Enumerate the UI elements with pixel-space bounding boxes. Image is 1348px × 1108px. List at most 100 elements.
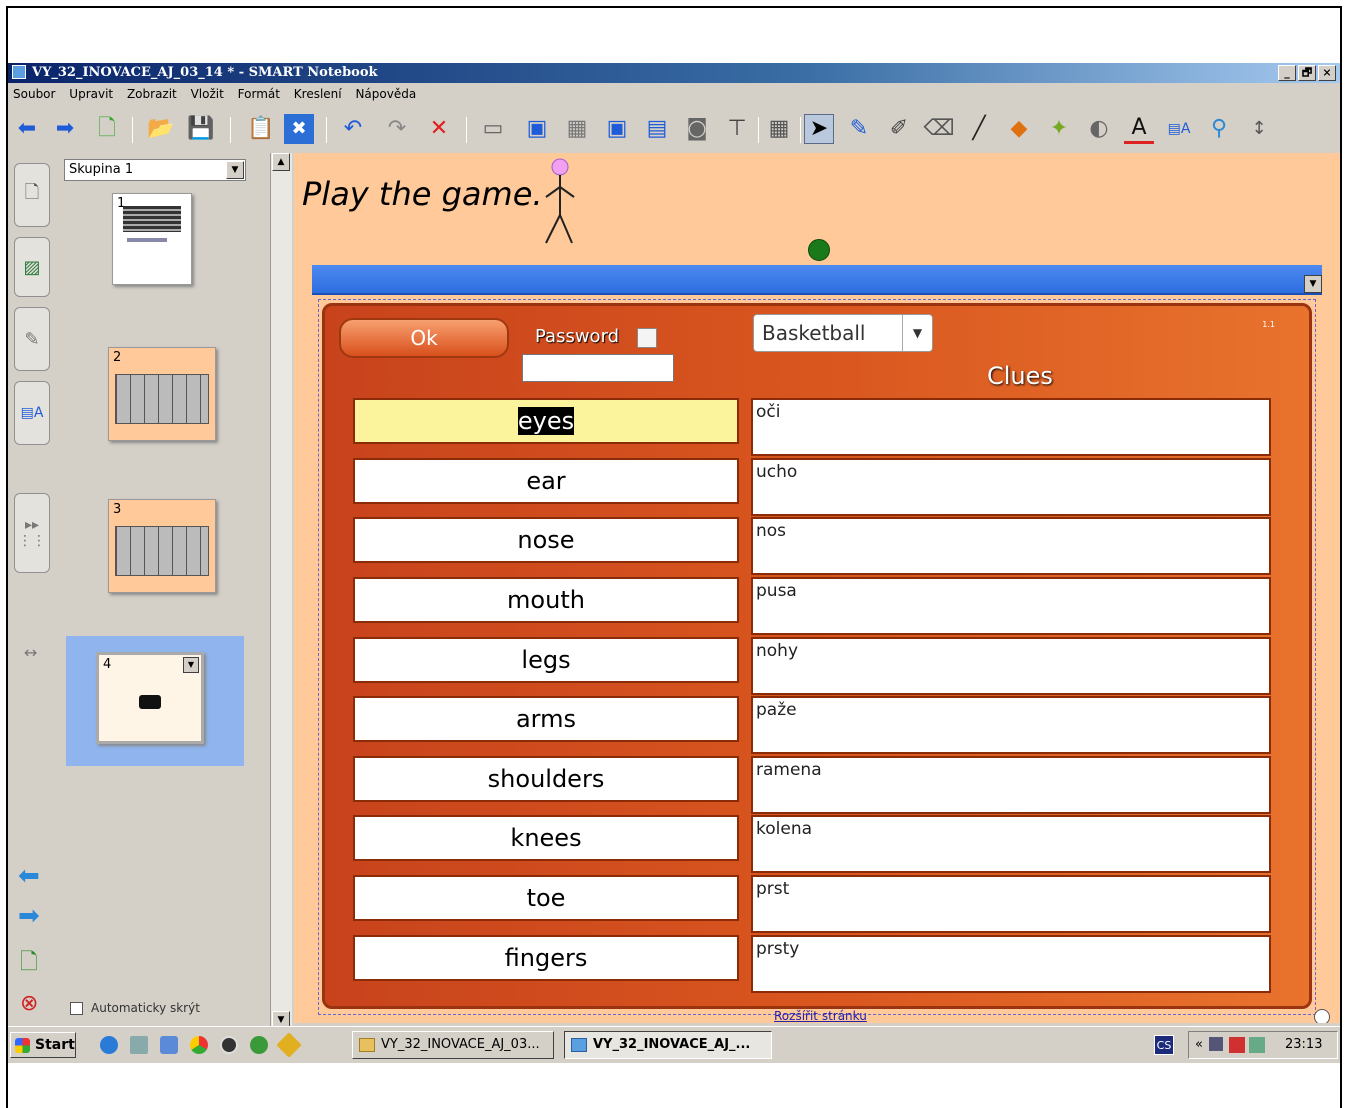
word-cell[interactable]: shoulders — [353, 756, 739, 802]
start-button[interactable]: Start — [10, 1032, 76, 1058]
object-menu-chevron-icon[interactable]: ▼ — [1304, 275, 1322, 293]
page-thumbnail-4[interactable]: 4 ▼ — [96, 652, 204, 744]
security-icon[interactable] — [1229, 1037, 1245, 1053]
media-player-icon[interactable] — [220, 1036, 238, 1054]
word-cell[interactable]: fingers — [353, 935, 739, 981]
open-folder-icon[interactable]: 📂 — [146, 114, 176, 144]
properties-icon[interactable]: ▤A — [1164, 114, 1194, 144]
undo-icon[interactable]: ↶ — [338, 114, 368, 144]
capture-icon[interactable]: ◙ — [682, 114, 712, 144]
resize-arrows-icon[interactable]: ↔ — [24, 643, 37, 662]
rotate-handle[interactable] — [808, 239, 830, 261]
clue-cell[interactable]: oči — [751, 398, 1271, 456]
close-button[interactable]: × — [1318, 65, 1336, 81]
ok-button[interactable]: Ok — [339, 318, 509, 358]
word-cell[interactable]: ear — [353, 458, 739, 504]
delete-icon[interactable]: ✕ — [424, 114, 454, 144]
sorter-scrollbar[interactable]: ▲ ▼ — [270, 153, 292, 1029]
word-cell[interactable]: mouth — [353, 577, 739, 623]
scroll-up-icon[interactable]: ▲ — [272, 153, 290, 171]
fill-icon[interactable]: ◐ — [1084, 114, 1114, 144]
language-indicator[interactable]: CS — [1154, 1035, 1174, 1055]
forward-arrow-icon[interactable]: ➡ — [18, 901, 40, 931]
maximize-button[interactable]: 🗗 — [1298, 65, 1316, 81]
projector-icon[interactable]: ▤ — [642, 114, 672, 144]
next-page-icon[interactable]: ➡ — [50, 114, 80, 144]
clue-cell[interactable]: pusa — [751, 577, 1271, 635]
redo-icon[interactable]: ↷ — [382, 114, 412, 144]
plugin-icon[interactable] — [250, 1036, 268, 1054]
menu-format[interactable]: Formát — [233, 83, 285, 105]
clue-cell[interactable]: kolena — [751, 815, 1271, 873]
theme-select[interactable]: Basketball ▼ — [753, 314, 933, 352]
gallery-tab[interactable]: ▨ — [14, 237, 50, 297]
word-cell[interactable]: eyes — [353, 398, 739, 444]
title-bar[interactable]: VY_32_INOVACE_AJ_03_14 * - SMART Noteboo… — [8, 63, 1340, 83]
creative-pen-icon[interactable]: ✐ — [884, 114, 914, 144]
addons-tab[interactable]: ▸▸ ⋮⋮ — [14, 493, 50, 573]
previous-page-icon[interactable]: ⬅ — [12, 114, 42, 144]
select-pointer-icon[interactable]: ➤ — [804, 114, 834, 144]
page-thumbnail-1[interactable]: 1 — [112, 193, 192, 285]
tray-expand-chevron[interactable]: « — [1195, 1032, 1203, 1058]
measurement-tools-icon[interactable]: ⚲ — [1204, 114, 1234, 144]
word-cell[interactable]: arms — [353, 696, 739, 742]
eraser-icon[interactable]: ⌫ — [923, 114, 954, 144]
fullscreen-icon[interactable]: ✖ — [284, 114, 314, 144]
clue-cell[interactable]: nohy — [751, 637, 1271, 695]
paste-icon[interactable]: 📋 — [246, 114, 276, 144]
display-icon[interactable]: ▣ — [602, 114, 632, 144]
chevron-down-icon[interactable]: ▼ — [226, 161, 244, 179]
add-page-icon[interactable]: 🗋 — [92, 114, 122, 144]
clue-cell[interactable]: prst — [751, 875, 1271, 933]
clue-cell[interactable]: prsty — [751, 935, 1271, 993]
clue-cell[interactable]: nos — [751, 517, 1271, 575]
notepad-icon[interactable] — [130, 1036, 148, 1054]
shapes-icon[interactable]: ◆ — [1004, 114, 1034, 144]
menu-file[interactable]: Soubor — [8, 83, 60, 105]
menu-draw[interactable]: Kreslení — [289, 83, 347, 105]
shortcut-icon[interactable] — [276, 1032, 302, 1058]
text-icon[interactable]: A — [1124, 114, 1154, 144]
word-cell[interactable]: knees — [353, 815, 739, 861]
group-select[interactable]: Skupina 1 ▼ — [64, 159, 246, 181]
password-checkbox[interactable] — [637, 328, 657, 348]
clue-cell[interactable]: ramena — [751, 756, 1271, 814]
network-icon[interactable] — [1249, 1037, 1265, 1053]
password-input[interactable] — [522, 354, 674, 382]
menu-help[interactable]: Nápověda — [350, 83, 421, 105]
back-arrow-icon[interactable]: ⬅ — [18, 861, 40, 891]
page-menu-chevron-icon[interactable]: ▼ — [183, 657, 199, 673]
menu-edit[interactable]: Upravit — [64, 83, 118, 105]
menu-view[interactable]: Zobrazit — [122, 83, 182, 105]
clue-cell[interactable]: paže — [751, 696, 1271, 754]
chevron-down-icon[interactable]: ▼ — [902, 315, 932, 351]
pen-icon[interactable]: ✎ — [844, 114, 874, 144]
screen-shade-icon[interactable]: ▭ — [478, 114, 508, 144]
magic-pen-icon[interactable]: ✦ — [1044, 114, 1074, 144]
save-icon[interactable]: 💾 — [186, 114, 216, 144]
properties-tab[interactable]: ▤A — [14, 381, 50, 445]
page-thumbnail-3[interactable]: 3 — [108, 499, 216, 593]
menu-insert[interactable]: Vložit — [186, 83, 229, 105]
clue-cell[interactable]: ucho — [751, 458, 1271, 516]
chrome-icon[interactable] — [190, 1036, 208, 1054]
volume-icon[interactable] — [1209, 1037, 1223, 1051]
resize-handle[interactable] — [1314, 1009, 1330, 1023]
expand-page-link[interactable]: Rozšířit stránku — [774, 1009, 867, 1023]
page-sorter-tab[interactable]: 🗋 — [14, 163, 50, 227]
taskbar-folder-window[interactable]: VY_32_INOVACE_AJ_03... — [352, 1031, 554, 1059]
delete-page-icon[interactable]: ⊗ — [20, 991, 38, 1016]
app-icon[interactable] — [160, 1036, 178, 1054]
object-blue-bar[interactable]: ▼ — [312, 265, 1322, 295]
insert-table-icon[interactable]: ▦ — [764, 114, 794, 144]
word-cell[interactable]: legs — [353, 637, 739, 683]
internet-explorer-icon[interactable] — [100, 1036, 118, 1054]
page-thumbnail-2[interactable]: 2 — [108, 347, 216, 441]
presentation-icon[interactable]: ▣ — [522, 114, 552, 144]
attachments-tab[interactable]: ✎ — [14, 307, 50, 371]
move-toolbar-icon[interactable]: ↕ — [1244, 114, 1274, 144]
word-cell[interactable]: nose — [353, 517, 739, 563]
minimize-button[interactable]: _ — [1278, 65, 1296, 81]
add-page-icon[interactable]: 🗋 — [20, 945, 38, 983]
